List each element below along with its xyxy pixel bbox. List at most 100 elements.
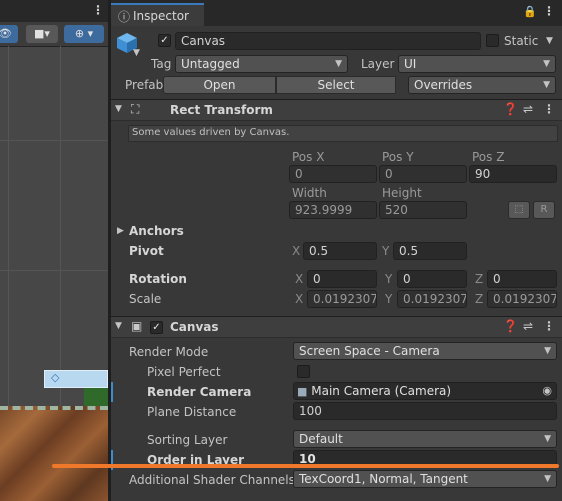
render-camera-value: Main Camera (Camera) — [311, 384, 452, 398]
rotation-x-axis-label: X — [295, 272, 304, 286]
pivot-x-field[interactable]: 0.5 — [303, 242, 377, 260]
shader-channels-value: TexCoord1, Normal, Tangent — [299, 472, 468, 486]
shader-channels-dropdown[interactable]: TexCoord1, Normal, Tangent ▼ — [293, 470, 557, 488]
layer-dropdown[interactable]: UI ▼ — [398, 55, 556, 73]
tab-inspector-label: Inspector — [133, 9, 189, 23]
sorting-layer-label: Sorting Layer — [147, 433, 228, 447]
sorting-layer-value: Default — [299, 432, 343, 446]
driven-notice: Some values driven by Canvas. — [128, 125, 558, 142]
ground-sprite — [0, 406, 108, 501]
static-checkbox[interactable] — [486, 34, 499, 47]
prefab-select-button[interactable]: Select — [276, 76, 396, 94]
more-options-icon[interactable]: ⋮ — [543, 4, 555, 18]
pos-z-label: Pos Z — [472, 150, 505, 164]
render-camera-field[interactable]: ■ Main Camera (Camera) ◉ — [293, 382, 557, 400]
pos-z-field[interactable]: 90 — [469, 165, 557, 183]
override-indicator — [111, 382, 113, 402]
canvas-component-header[interactable]: ▼ ▣ ✓ Canvas ❓ ⇌ ⋮ — [111, 316, 562, 338]
prefab-open-button[interactable]: Open — [163, 76, 276, 94]
anchors-label[interactable]: Anchors — [129, 224, 184, 238]
more-options-icon[interactable]: ⋮ — [543, 319, 555, 333]
pivot-y-field[interactable]: 0.5 — [393, 242, 467, 260]
more-options-icon[interactable]: ⋮ — [543, 102, 555, 116]
scale-label: Scale — [129, 292, 162, 306]
raw-edit-button[interactable]: R — [533, 201, 555, 219]
scale-x-field: 0.0192307 — [307, 290, 377, 308]
more-options-icon[interactable]: ⋮ — [92, 3, 104, 17]
tag-value: Untagged — [181, 57, 240, 71]
scene-tab-bar: ⋮ — [0, 0, 108, 22]
render-camera-label: Render Camera — [147, 385, 252, 399]
rect-transform-icon: ⛶ — [131, 102, 140, 116]
help-icon[interactable]: ❓ — [503, 102, 518, 116]
pos-y-field: 0 — [379, 165, 467, 183]
tag-dropdown[interactable]: Untagged ▼ — [175, 55, 348, 73]
camera-icon[interactable]: ■▾ — [26, 25, 58, 43]
plane-distance-label: Plane Distance — [147, 405, 237, 419]
annotation-underline — [52, 464, 559, 468]
chevron-down-icon: ▼ — [543, 59, 550, 69]
chevron-down-icon: ▼ — [544, 346, 551, 356]
static-dropdown-arrow-icon[interactable]: ▼ — [546, 36, 553, 46]
prefab-overrides-dropdown[interactable]: Overrides ▼ — [408, 76, 556, 94]
anchors-foldout-icon[interactable]: ▶ — [117, 226, 124, 236]
diamond-handle-icon[interactable]: ◇ — [51, 371, 59, 384]
shader-channels-label: Additional Shader Channels — [129, 473, 295, 487]
pixel-perfect-label: Pixel Perfect — [147, 365, 221, 379]
render-mode-label: Render Mode — [129, 345, 209, 359]
layer-value: UI — [404, 57, 417, 71]
pos-x-label: Pos X — [292, 150, 325, 164]
scale-z-field: 0.0192307 — [487, 290, 557, 308]
scale-x-axis-label: X — [295, 292, 304, 306]
grid-line — [0, 270, 108, 271]
active-checkbox[interactable]: ✓ — [158, 34, 171, 47]
presets-icon[interactable]: ⇌ — [523, 102, 533, 116]
sorting-layer-dropdown[interactable]: Default ▼ — [293, 430, 557, 448]
pos-y-label: Pos Y — [382, 150, 414, 164]
selected-ui-element[interactable]: ◇ — [44, 370, 108, 388]
foldout-arrow-icon[interactable]: ▼ — [115, 104, 122, 114]
visibility-toggle-icon[interactable]: 👁 — [0, 25, 18, 43]
blueprint-mode-button[interactable]: ⬚ — [508, 201, 530, 219]
overrides-value: Overrides — [414, 78, 473, 92]
rect-transform-header[interactable]: ▼ ⛶ Rect Transform ❓ ⇌ ⋮ — [111, 99, 562, 121]
foldout-arrow-icon[interactable]: ▼ — [115, 321, 122, 331]
presets-icon[interactable]: ⇌ — [523, 319, 533, 333]
height-label: Height — [382, 186, 422, 200]
canvas-component-icon: ▣ — [131, 319, 143, 333]
tab-inspector[interactable]: ⓘ Inspector — [111, 3, 204, 26]
pivot-label: Pivot — [129, 244, 164, 258]
rotation-y-axis-label: Y — [385, 272, 393, 286]
scene-view[interactable]: ⋮ 👁 ■▾ ⊕ ▾ ◇ — [0, 0, 108, 501]
prefab-label: Prefab — [125, 78, 164, 92]
scene-toolbar: 👁 ■▾ ⊕ ▾ — [0, 22, 108, 47]
plane-distance-field[interactable]: 100 — [293, 402, 557, 420]
chevron-down-icon: ▼ — [544, 434, 551, 444]
info-icon: ⓘ — [118, 10, 131, 24]
lock-icon[interactable]: 🔒 — [523, 5, 537, 18]
chevron-down-icon[interactable]: ▼ — [133, 48, 140, 58]
scale-y-axis-label: Y — [385, 292, 393, 306]
scale-y-field: 0.0192307 — [397, 290, 467, 308]
gizmos-icon[interactable]: ⊕ ▾ — [64, 25, 104, 43]
tag-label: Tag — [151, 57, 172, 71]
inspector-tab-bar: ⓘ Inspector 🔒 ⋮ — [111, 0, 562, 26]
help-icon[interactable]: ❓ — [503, 319, 518, 333]
driven-notice-text: Some values driven by Canvas. — [132, 127, 290, 138]
object-picker-icon[interactable]: ◉ — [542, 383, 552, 399]
object-name-field[interactable]: Canvas — [175, 32, 481, 50]
rotation-x-field[interactable]: 0 — [307, 270, 377, 288]
inspector-panel: ⓘ Inspector 🔒 ⋮ ▼ ✓ Canvas Static ▼ Tag … — [111, 0, 562, 501]
pixel-perfect-checkbox[interactable] — [297, 365, 310, 378]
canvas-enabled-checkbox[interactable]: ✓ — [150, 321, 163, 334]
rotation-z-field[interactable]: 0 — [487, 270, 557, 288]
width-field: 923.9999 — [289, 201, 377, 219]
rotation-y-field[interactable]: 0 — [397, 270, 467, 288]
rect-transform-title: Rect Transform — [170, 103, 273, 117]
canvas-component-title: Canvas — [170, 320, 219, 334]
render-mode-value: Screen Space - Camera — [299, 344, 440, 358]
pos-x-field: 0 — [289, 165, 377, 183]
static-label: Static — [504, 34, 539, 48]
render-mode-dropdown[interactable]: Screen Space - Camera ▼ — [293, 342, 557, 360]
scale-z-axis-label: Z — [475, 292, 484, 306]
